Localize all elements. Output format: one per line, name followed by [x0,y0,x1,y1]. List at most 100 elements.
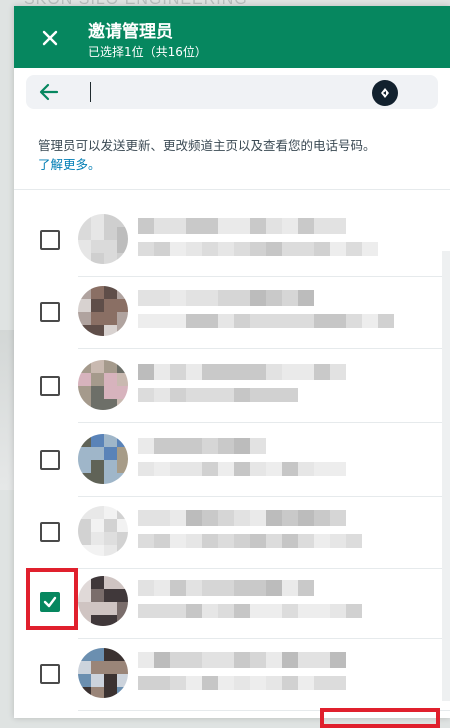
avatar-pixel [91,360,104,373]
extension-icon[interactable] [372,80,398,106]
contact-row[interactable] [14,638,450,710]
contact-status-obscured [250,388,266,402]
avatar-pixel [78,447,91,460]
contact-status-obscured [266,388,282,402]
avatar-pixel [91,214,104,227]
avatar-pixel [91,240,104,253]
contact-row[interactable] [14,204,450,276]
avatar-pixel [117,325,128,336]
contact-status-obscured [298,314,314,328]
contact-row[interactable] [14,566,450,638]
avatar-pixel [91,532,104,545]
avatar-pixel [117,602,128,615]
contact-status-obscured [234,388,250,402]
contact-name-obscured [218,218,234,234]
contact-name-obscured [250,652,266,668]
avatar-pixel [91,615,104,626]
avatar-pixel [91,602,104,615]
avatar-pixel [104,399,117,410]
avatar-pixel [117,286,128,299]
contact-name-obscured [330,218,346,234]
contact-status-obscured [186,604,202,618]
checkbox[interactable] [40,302,60,322]
close-button[interactable] [34,22,66,54]
contact-status-obscured [186,388,202,402]
contact-status-obscured [362,242,378,256]
contact-status-obscured [186,534,202,548]
contact-name-obscured [282,510,298,526]
checkbox[interactable] [40,664,60,684]
contact-status-obscured [266,676,282,690]
contact-status-obscured [330,676,346,690]
avatar-pixel [104,299,117,312]
avatar [78,286,128,336]
avatar-pixel [117,360,128,373]
contact-name-obscured [250,580,266,596]
avatar-pixel [104,360,117,373]
contact-name-obscured [298,580,314,596]
avatar-pixel [117,227,128,240]
contact-name-obscured [218,510,234,526]
contact-status-obscured [202,314,218,328]
contact-status-obscured [218,314,234,328]
avatar-pixel [104,253,117,264]
avatar-pixel [91,227,104,240]
contact-status-obscured [314,676,330,690]
contact-name-obscured [138,510,154,526]
contact-status-obscured [138,242,154,256]
avatar-pixel [91,434,104,447]
learn-more-link[interactable]: 了解更多。 [38,157,101,172]
contact-name-obscured [202,438,218,454]
avatar-pixel [104,602,117,615]
contact-name-obscured [234,364,250,380]
contact-row[interactable] [14,276,450,348]
arrow-left-icon [39,83,59,101]
text-caret [90,82,91,102]
contact-name-obscured [234,218,250,234]
avatar-pixel [78,674,91,687]
checkbox[interactable] [40,376,60,396]
avatar-pixel [104,214,117,227]
avatar-pixel [78,576,91,589]
avatar-pixel [91,589,104,602]
contact-status-obscured [138,314,154,328]
checkbox[interactable] [40,450,60,470]
search-input[interactable] [76,81,380,105]
scrollbar[interactable] [442,251,450,701]
button-highlight-box [320,708,440,728]
avatar-pixel [117,399,128,410]
contact-status-obscured [170,676,186,690]
contact-status-obscured [202,462,218,476]
checkbox[interactable] [40,230,60,250]
page-title: 邀请管理员 [88,22,173,42]
contact-status-obscured [234,534,250,548]
avatar-pixel [117,240,128,253]
contact-status-obscured [170,534,186,548]
avatar-pixel [91,519,104,532]
contact-row[interactable] [14,350,450,422]
avatar-pixel [104,506,117,519]
contact-name-obscured [314,652,330,668]
avatar-pixel [104,227,117,240]
row-divider [78,348,450,349]
avatar-pixel [117,687,128,698]
contact-status-obscured [186,676,202,690]
checkbox[interactable] [40,522,60,542]
contact-name-obscured [266,580,282,596]
avatar-pixel [104,286,117,299]
contact-name-obscured [314,364,330,380]
avatar-pixel [91,447,104,460]
back-button[interactable] [38,81,62,103]
contact-name-obscured [186,290,202,306]
contact-status-obscured [234,462,250,476]
contact-name-obscured [186,364,202,380]
contact-name-obscured [282,364,298,380]
contact-name-obscured [154,580,170,596]
contact-status-obscured [298,534,314,548]
avatar-pixel [78,687,91,698]
contact-status-obscured [282,314,298,328]
contact-row[interactable] [14,424,450,496]
contact-status-obscured [282,676,298,690]
avatar-pixel [78,240,91,253]
contact-row[interactable] [14,496,450,568]
